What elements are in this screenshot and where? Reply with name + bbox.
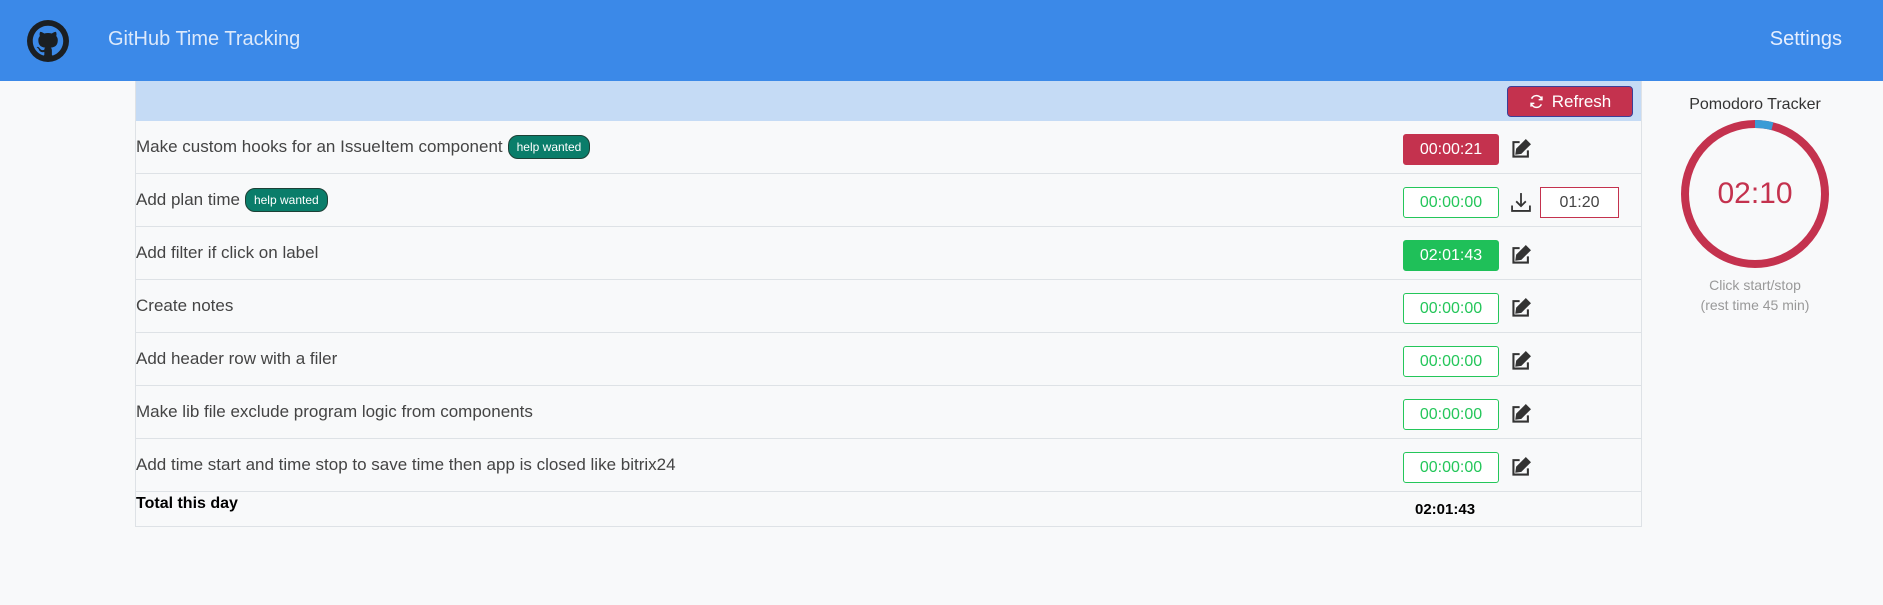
issue-timer-button[interactable]: 00:00:00 (1403, 293, 1499, 324)
issue-title[interactable]: Add filter if click on label (136, 243, 318, 263)
pomodoro-hint: Click start/stop (rest time 45 min) (1665, 275, 1845, 315)
settings-link[interactable]: Settings (1770, 28, 1842, 51)
issues-panel: Refresh Make custom hooks for an IssueIt… (135, 81, 1642, 527)
pomodoro-hint-line2: (rest time 45 min) (1700, 297, 1810, 313)
total-value: 02:01:43 (1415, 501, 1476, 518)
issue-title-wrap: Create notes (136, 280, 233, 332)
issue-title-wrap: Add filter if click on label (136, 227, 318, 279)
issue-timer-button[interactable]: 00:00:00 (1403, 187, 1499, 218)
total-row: Total this day 02:01:43 (135, 492, 1642, 527)
issue-row: Make lib file exclude program logic from… (135, 386, 1642, 439)
issue-title-wrap: Make custom hooks for an IssueItem compo… (136, 121, 591, 173)
edit-icon[interactable] (1508, 454, 1534, 480)
pomodoro-time: 02:10 (1717, 177, 1793, 210)
issue-row: Make custom hooks for an IssueItem compo… (135, 121, 1642, 174)
issue-title-wrap: Make lib file exclude program logic from… (136, 386, 533, 438)
navbar: GitHub Time Tracking Settings (0, 0, 1883, 81)
issue-title-wrap: Add time start and time stop to save tim… (136, 439, 676, 491)
edit-icon[interactable] (1508, 136, 1534, 162)
issue-timer-button[interactable]: 02:01:43 (1403, 240, 1499, 271)
total-label: Total this day (136, 495, 238, 512)
issues-toolbar: Refresh (135, 81, 1642, 121)
download-icon[interactable] (1508, 189, 1534, 215)
issue-title[interactable]: Add plan time (136, 190, 240, 210)
pomodoro-timer[interactable]: 02:10 (1680, 119, 1830, 269)
issue-title[interactable]: Make lib file exclude program logic from… (136, 402, 533, 422)
issue-timer-button[interactable]: 00:00:00 (1403, 399, 1499, 430)
app-title[interactable]: GitHub Time Tracking (108, 28, 300, 51)
plan-time-input[interactable]: 01:20 (1540, 187, 1619, 218)
issue-title[interactable]: Create notes (136, 296, 233, 316)
issue-row: Add plan time help wanted 00:00:00 01:20 (135, 174, 1642, 227)
issue-title-wrap: Add header row with a filer (136, 333, 337, 385)
edit-icon[interactable] (1508, 401, 1534, 427)
pomodoro-title: Pomodoro Tracker (1689, 96, 1821, 113)
issue-list: Make custom hooks for an IssueItem compo… (135, 121, 1642, 492)
label-badge[interactable]: help wanted (244, 188, 328, 212)
issue-title[interactable]: Add header row with a filer (136, 349, 337, 369)
issue-row: Create notes 00:00:00 (135, 280, 1642, 333)
edit-icon[interactable] (1508, 242, 1534, 268)
issue-row: Add header row with a filer 00:00:00 (135, 333, 1642, 386)
github-logo-icon[interactable] (27, 20, 69, 62)
issue-title[interactable]: Add time start and time stop to save tim… (136, 455, 676, 475)
issue-timer-button[interactable]: 00:00:21 (1403, 134, 1499, 165)
issue-title[interactable]: Make custom hooks for an IssueItem compo… (136, 137, 503, 157)
issue-timer-button[interactable]: 00:00:00 (1403, 452, 1499, 483)
refresh-icon (1530, 94, 1543, 109)
pomodoro-tracker: Pomodoro Tracker 02:10 Click start/stop … (1665, 81, 1845, 315)
issue-timer-button[interactable]: 00:00:00 (1403, 346, 1499, 377)
issue-row: Add time start and time stop to save tim… (135, 439, 1642, 492)
label-badge[interactable]: help wanted (507, 135, 591, 159)
issue-title-wrap: Add plan time help wanted (136, 174, 328, 226)
refresh-label: Refresh (1551, 91, 1612, 111)
edit-icon[interactable] (1508, 295, 1534, 321)
pomodoro-hint-line1: Click start/stop (1709, 277, 1801, 293)
edit-icon[interactable] (1508, 348, 1534, 374)
refresh-button[interactable]: Refresh (1507, 86, 1633, 117)
issue-row: Add filter if click on label 02:01:43 (135, 227, 1642, 280)
